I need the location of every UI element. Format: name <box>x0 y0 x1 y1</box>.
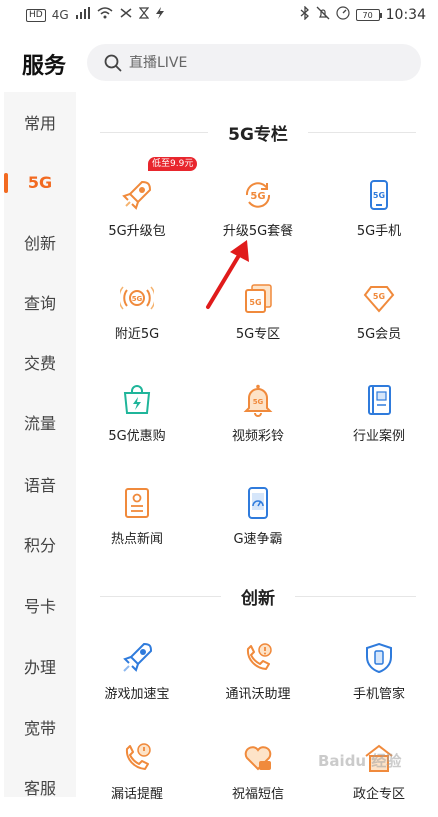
divider <box>100 131 209 133</box>
tile-label: 政企专区 <box>352 787 405 802</box>
svg-text:5G: 5G <box>373 191 385 200</box>
missed-call-icon <box>125 743 151 770</box>
sidebar-item-innovation[interactable]: 创新 <box>4 212 76 272</box>
price-badge: 低至9.9元 <box>148 157 198 171</box>
shield-icon <box>366 642 392 674</box>
signal-icon <box>75 7 91 23</box>
rocket-icon <box>123 642 153 672</box>
svg-text:5G: 5G <box>253 398 264 406</box>
tile-enterprise-zone[interactable]: 政企专区 <box>324 733 434 813</box>
sidebar-item-payment[interactable]: 交费 <box>4 332 76 392</box>
svg-text:5G: 5G <box>132 295 143 303</box>
5g-refresh-icon: 5G <box>245 182 271 208</box>
speedometer-icon <box>336 6 350 24</box>
mute-icon <box>316 6 330 24</box>
page-title: 服务 <box>22 54 67 79</box>
category-sidebar: 常用 5G 创新 查询 交费 流量 语音 积分 号卡 办理 宽带 客服 <box>4 92 76 798</box>
sidebar-item-apply[interactable]: 办理 <box>4 636 76 696</box>
tile-label: 视频彩铃 <box>231 429 284 444</box>
svg-text:5G: 5G <box>373 292 385 301</box>
bluetooth-icon <box>300 5 310 24</box>
tile-5g-phone[interactable]: 5G 5G手机 <box>324 170 434 250</box>
tile-label: G速争霸 <box>233 532 283 547</box>
sidebar-item-broadband[interactable]: 宽带 <box>4 697 76 757</box>
data-transfer-icon <box>119 7 133 23</box>
baidu-watermark: Baidu 经验 <box>318 752 402 770</box>
search-icon <box>104 54 122 71</box>
tile-label: 附近5G <box>114 327 160 342</box>
svg-text:5G: 5G <box>250 191 265 202</box>
tile-phone-manager[interactable]: 手机管家 <box>324 633 434 713</box>
tile-call-assistant[interactable]: 通讯沃助理 <box>203 633 313 713</box>
divider <box>307 131 417 133</box>
tile-label: 热点新闻 <box>110 532 163 547</box>
tile-label: 游戏加速宝 <box>104 687 170 702</box>
tile-missed-call-alert[interactable]: 漏话提醒 <box>82 733 192 813</box>
divider <box>295 595 416 597</box>
section-heading: 创新 <box>241 588 275 609</box>
annotation-arrow-icon <box>206 240 249 309</box>
call-assistant-icon <box>246 643 272 670</box>
sidebar-item-query[interactable]: 查询 <box>4 272 76 332</box>
tile-5g-member[interactable]: 5G 5G会员 <box>324 273 434 353</box>
section-title-innovation: 创新 <box>100 584 416 609</box>
tile-label: 手机管家 <box>352 687 405 702</box>
news-icon <box>125 488 149 518</box>
greeting-sms-icon <box>244 746 272 771</box>
hourglass-icon <box>138 7 149 23</box>
lightning-icon <box>155 7 165 23</box>
section-title-5g: 5G专栏 <box>100 120 417 145</box>
divider <box>100 595 221 597</box>
tile-5g-upgrade-pack[interactable]: 5G升级包 <box>82 170 192 250</box>
tile-label: 通讯沃助理 <box>225 687 291 702</box>
rocket-icon <box>122 180 152 210</box>
section-heading: 5G专栏 <box>228 124 288 145</box>
header: 服务 <box>0 38 438 88</box>
tile-video-ringtone[interactable]: 5G 视频彩铃 <box>203 375 313 455</box>
battery-icon: 70 <box>355 9 382 21</box>
sidebar-item-data[interactable]: 流量 <box>4 392 76 452</box>
signal-5g-icon: 5G <box>120 286 154 310</box>
sidebar-item-common[interactable]: 常用 <box>4 92 76 152</box>
sidebar-item-sim[interactable]: 号卡 <box>4 575 76 635</box>
status-bar: HD 4G 70 10:34 <box>0 0 438 30</box>
diamond-icon: 5G <box>363 286 395 313</box>
sidebar-item-service[interactable]: 客服 <box>4 757 76 817</box>
hd-indicator: HD <box>26 8 46 22</box>
search-input[interactable] <box>129 54 409 71</box>
book-icon <box>368 385 391 415</box>
tile-nearby-5g[interactable]: 5G 附近5G <box>82 273 192 353</box>
sidebar-item-voice[interactable]: 语音 <box>4 454 76 514</box>
tile-label: 行业案例 <box>352 429 405 444</box>
tile-greeting-sms[interactable]: 祝福短信 <box>203 733 313 813</box>
tile-label: 5G会员 <box>356 327 402 342</box>
network-4g-indicator: 4G <box>51 8 69 22</box>
tile-game-accelerator[interactable]: 游戏加速宝 <box>82 633 192 713</box>
bell-icon: 5G <box>243 384 273 417</box>
tile-label: 5G升级包 <box>108 224 166 239</box>
phone-icon: 5G <box>370 180 388 210</box>
tile-5g-deals[interactable]: 5G优惠购 <box>82 375 192 455</box>
search-bar[interactable] <box>87 44 421 81</box>
tile-industry-cases[interactable]: 行业案例 <box>324 375 434 455</box>
clock-time: 10:34 <box>385 7 426 23</box>
tile-label: 5G手机 <box>356 224 402 239</box>
tile-hot-news[interactable]: 热点新闻 <box>82 478 192 558</box>
shopping-bag-icon <box>123 385 151 414</box>
tile-label: 5G优惠购 <box>108 429 166 444</box>
tile-label: 5G专区 <box>235 327 281 342</box>
tile-g-speed-battle[interactable]: G速争霸 <box>203 478 313 558</box>
sidebar-item-points[interactable]: 积分 <box>4 514 76 574</box>
tile-label: 祝福短信 <box>231 787 284 802</box>
speed-phone-icon <box>248 487 268 519</box>
wifi-icon <box>97 7 113 23</box>
tile-label: 漏话提醒 <box>110 787 163 802</box>
sidebar-item-5g[interactable]: 5G <box>4 152 76 212</box>
